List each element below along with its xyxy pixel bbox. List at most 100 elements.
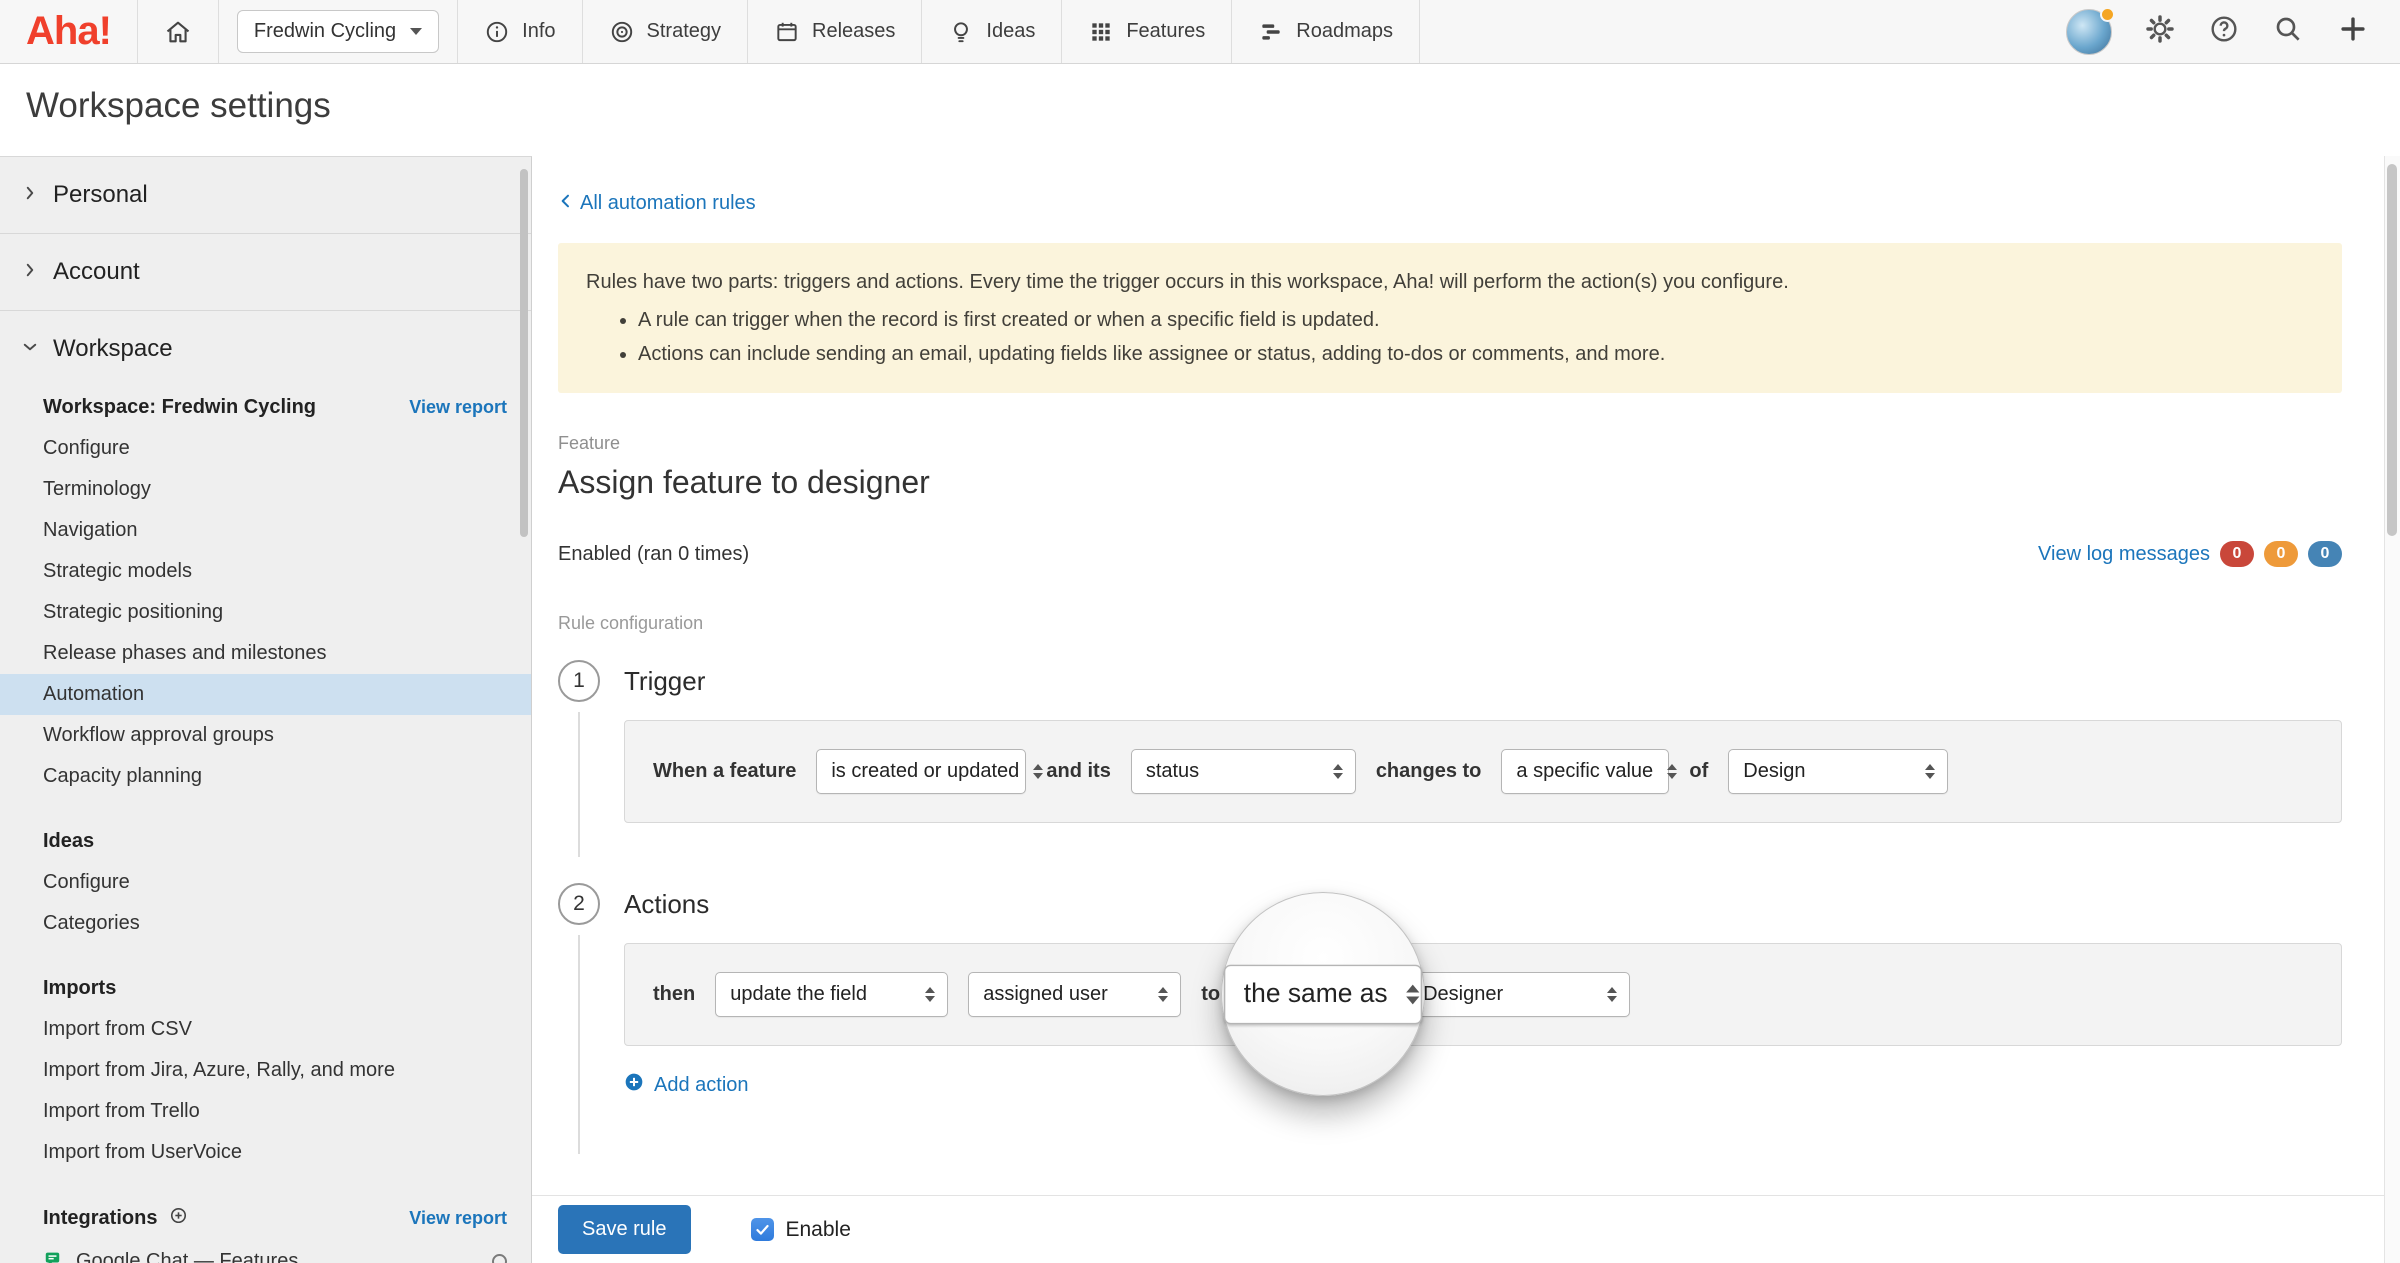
sidebar: Personal Account Workspace Workspace: Fr… <box>0 156 532 1263</box>
log-info-badge[interactable]: 0 <box>2308 541 2342 567</box>
sidebar-item-label: Terminology <box>43 478 151 500</box>
action-value-select[interactable]: Designer <box>1408 972 1631 1017</box>
view-log-messages-link[interactable]: View log messages <box>2038 543 2210 566</box>
add-action-link[interactable]: Add action <box>624 1072 749 1098</box>
ideas-icon <box>948 19 974 45</box>
rule-title: Assign feature to designer <box>558 464 930 500</box>
view-report-link[interactable]: View report <box>409 397 507 418</box>
sidebar-section-account[interactable]: Account <box>0 234 531 311</box>
settings-gear-icon[interactable] <box>2144 13 2176 50</box>
step-connector-line <box>578 712 580 857</box>
nav-item-strategy[interactable]: Strategy <box>583 0 747 63</box>
sidebar-section-personal[interactable]: Personal <box>0 157 531 234</box>
log-error-badge[interactable]: 0 <box>2220 541 2254 567</box>
sidebar-item-label: Strategic positioning <box>43 601 224 623</box>
nav-separator <box>1418 0 1420 63</box>
top-nav: Aha! Fredwin Cycling Info Strategy Relea… <box>0 0 2400 64</box>
enable-control: Enable <box>750 1218 851 1242</box>
nav-item-ideas[interactable]: Ideas <box>922 0 1061 63</box>
sidebar-item-label: Categories <box>43 912 140 934</box>
nav-item-roadmaps[interactable]: Roadmaps <box>1232 0 1419 63</box>
sidebar-item-label: Configure <box>43 871 130 893</box>
aha-logo[interactable]: Aha! <box>0 0 137 63</box>
trigger-event-select[interactable]: is created or updated <box>816 749 1044 794</box>
step-1-circle: 1 <box>558 660 600 702</box>
select-stepper-icon <box>925 987 936 1002</box>
rule-configuration-label: Rule configuration <box>558 613 704 633</box>
trigger-value-type-select[interactable]: a specific value <box>1501 749 1678 794</box>
sidebar-item-ideas-categories[interactable]: Categories <box>0 903 531 944</box>
sidebar-item-strategic-models[interactable]: Strategic models <box>0 551 531 592</box>
trigger-step: 1 Trigger When a feature is created or u… <box>558 660 2342 857</box>
help-icon[interactable] <box>2208 13 2240 50</box>
sidebar-scrollbar-thumb[interactable] <box>520 169 528 537</box>
page-title-bar: Workspace settings <box>0 64 2400 156</box>
log-warning-badge[interactable]: 0 <box>2264 541 2298 567</box>
sidebar-item-import-jira-azure-rally[interactable]: Import from Jira, Azure, Rally, and more <box>0 1050 531 1091</box>
trigger-field-select[interactable]: status <box>1130 749 1356 794</box>
sidebar-header-ideas: Ideas <box>0 821 531 862</box>
select-stepper-icon <box>1925 764 1936 779</box>
enable-checkbox[interactable] <box>750 1218 774 1241</box>
page-scrollbar-thumb[interactable] <box>2387 164 2397 536</box>
record-type-label: Feature <box>558 433 621 453</box>
integration-status-icon[interactable] <box>492 1254 507 1263</box>
sidebar-item-terminology[interactable]: Terminology <box>0 469 531 510</box>
sidebar-item-import-uservoice[interactable]: Import from UserVoice <box>0 1132 531 1173</box>
sidebar-item-import-csv[interactable]: Import from CSV <box>0 1009 531 1050</box>
sidebar-item-configure[interactable]: Configure <box>0 428 531 469</box>
section-label: Account <box>53 258 140 285</box>
sidebar-section-workspace[interactable]: Workspace <box>0 311 531 387</box>
sidebar-item-strategic-positioning[interactable]: Strategic positioning <box>0 592 531 633</box>
sidebar-item-integration-google-chat[interactable]: Google Chat — Features <box>0 1240 531 1263</box>
sidebar-header-imports: Imports <box>0 968 531 1009</box>
nav-item-releases[interactable]: Releases <box>748 0 921 63</box>
select-stepper-icon <box>1667 764 1678 779</box>
and-its-label: and its <box>1046 760 1111 782</box>
info-intro-text: Rules have two parts: triggers and actio… <box>586 271 1789 293</box>
action-mode-select-magnified[interactable]: the same as <box>1224 964 1422 1024</box>
all-automation-rules-link[interactable]: All automation rules <box>558 192 756 215</box>
workspace-selector[interactable]: Fredwin Cycling <box>236 10 440 53</box>
home-button[interactable] <box>138 0 218 63</box>
nav-item-info[interactable]: Info <box>458 0 581 63</box>
sidebar-item-ideas-configure[interactable]: Configure <box>0 862 531 903</box>
sidebar-item-automation[interactable]: Automation <box>0 674 531 715</box>
plus-circle-icon[interactable] <box>169 1206 188 1231</box>
plus-circle-icon <box>624 1072 644 1098</box>
changes-to-label: changes to <box>1375 760 1482 782</box>
sidebar-item-label: Navigation <box>43 519 138 541</box>
add-icon[interactable] <box>2336 12 2370 51</box>
roadmaps-icon <box>1258 19 1284 45</box>
action-type-select[interactable]: update the field <box>715 972 949 1017</box>
nav-item-features[interactable]: Features <box>1062 0 1231 63</box>
sidebar-header-integrations: Integrations View report <box>0 1197 531 1240</box>
sidebar-item-workflow-approval-groups[interactable]: Workflow approval groups <box>0 715 531 756</box>
sidebar-item-import-trello[interactable]: Import from Trello <box>0 1091 531 1132</box>
sidebar-item-capacity-planning[interactable]: Capacity planning <box>0 756 531 797</box>
sidebar-item-label: Strategic models <box>43 560 192 582</box>
sidebar-item-release-phases[interactable]: Release phases and milestones <box>0 633 531 674</box>
actions-heading: Actions <box>624 889 710 919</box>
sidebar-item-label: Import from Trello <box>43 1100 200 1122</box>
step-connector-line <box>578 935 580 1154</box>
save-rule-button[interactable]: Save rule <box>558 1205 691 1254</box>
select-value: status <box>1145 760 1200 782</box>
sidebar-item-label: Workflow approval groups <box>43 724 274 746</box>
select-value: assigned user <box>983 983 1108 1005</box>
step-number: 2 <box>573 892 585 915</box>
user-avatar[interactable] <box>2066 6 2115 55</box>
info-bullet: A rule can trigger when the record is fi… <box>638 305 2314 335</box>
action-field-select[interactable]: assigned user <box>968 972 1182 1017</box>
google-chat-icon <box>43 1249 62 1263</box>
select-stepper-icon <box>1033 764 1044 779</box>
chevron-right-icon <box>21 181 39 209</box>
page-scrollbar[interactable] <box>2384 156 2400 1263</box>
integrations-view-report-link[interactable]: View report <box>409 1208 507 1229</box>
trigger-value-select[interactable]: Design <box>1728 749 1949 794</box>
sidebar-item-workspace-title[interactable]: Workspace: Fredwin Cycling View report <box>0 387 531 428</box>
sidebar-item-navigation[interactable]: Navigation <box>0 510 531 551</box>
search-icon[interactable] <box>2272 13 2304 50</box>
add-action-label: Add action <box>654 1073 749 1096</box>
rule-status-text: Enabled (ran 0 times) <box>558 542 750 565</box>
